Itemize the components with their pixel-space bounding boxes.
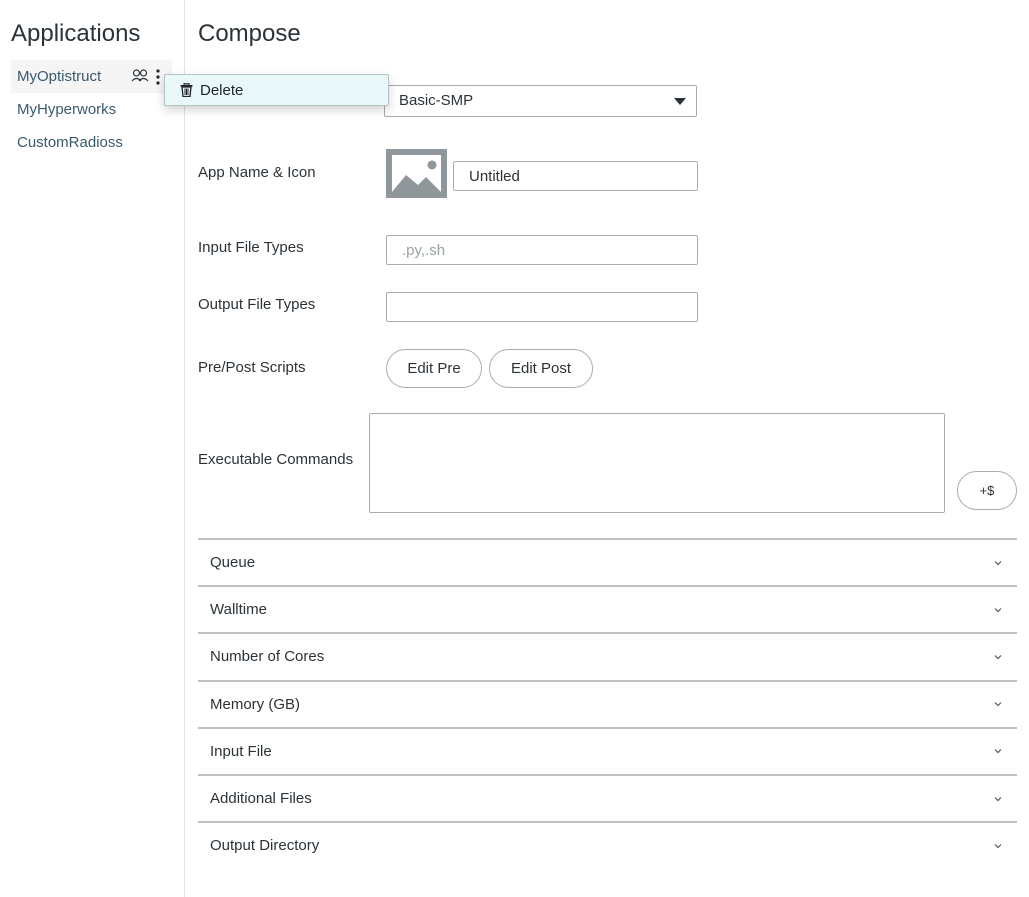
app-item-myoptistruct[interactable]: MyOptistruct (11, 60, 172, 93)
trash-icon (180, 83, 193, 97)
template-select-value: Basic-SMP (399, 92, 474, 109)
chevron-down-icon (994, 655, 1002, 660)
app-name-icon-label: App Name & Icon (198, 164, 316, 181)
section-input-file[interactable]: Input File (198, 726, 1017, 774)
app-item-label: MyHyperworks (17, 101, 117, 118)
section-label: Output Directory (210, 837, 320, 855)
executable-commands-label: Executable Commands (198, 451, 354, 468)
chevron-down-icon (994, 796, 1002, 801)
page-title: Compose (198, 20, 301, 47)
app-item-label: MyOptistruct (17, 68, 102, 85)
input-file-types-input[interactable] (386, 235, 698, 265)
section-additional-files[interactable]: Additional Files (198, 773, 1017, 821)
settings-accordion: Queue Walltime Number of Cores Memory (G… (198, 538, 1017, 868)
edit-post-button[interactable]: Edit Post (489, 349, 593, 388)
section-label: Memory (GB) (210, 695, 300, 713)
app-item-label: CustomRadioss (17, 134, 123, 151)
app-item-customradioss[interactable]: CustomRadioss (11, 126, 172, 159)
kebab-menu-icon[interactable] (155, 68, 161, 86)
section-walltime[interactable]: Walltime (198, 585, 1017, 632)
chevron-down-icon (994, 560, 1002, 565)
sidebar-title: Applications (11, 20, 141, 47)
image-placeholder-icon[interactable] (386, 149, 447, 198)
output-file-types-input[interactable] (386, 292, 698, 322)
app-list: MyOptistruct MyHyperworks CustomRadioss (11, 60, 172, 159)
section-number-of-cores[interactable]: Number of Cores (198, 632, 1017, 679)
share-users-icon[interactable] (131, 69, 149, 83)
menu-item-label: Delete (200, 81, 244, 99)
section-queue[interactable]: Queue (198, 538, 1017, 585)
chevron-down-icon (994, 749, 1002, 754)
section-label: Additional Files (210, 790, 312, 808)
section-output-directory[interactable]: Output Directory (198, 821, 1017, 868)
executable-commands-textarea[interactable] (369, 413, 945, 513)
add-variable-button[interactable]: +$ (957, 471, 1017, 510)
app-context-menu: Delete (164, 74, 389, 106)
sidebar: Applications MyOptistruct MyHyperworks C… (0, 0, 185, 897)
input-file-types-label: Input File Types (198, 239, 304, 256)
chevron-down-icon (994, 702, 1002, 707)
edit-pre-button[interactable]: Edit Pre (386, 349, 482, 388)
caret-down-icon (674, 98, 686, 105)
section-label: Walltime (210, 601, 267, 619)
menu-item-delete[interactable]: Delete (165, 75, 388, 105)
app-name-input[interactable] (453, 161, 698, 191)
chevron-down-icon (994, 607, 1002, 613)
section-label: Queue (210, 554, 256, 572)
template-select[interactable]: Basic-SMP (384, 85, 697, 117)
image-placeholder-graphic (392, 155, 441, 192)
pre-post-scripts-label: Pre/Post Scripts (198, 359, 306, 376)
chevron-down-icon (994, 843, 1002, 849)
section-memory[interactable]: Memory (GB) (198, 679, 1017, 727)
app-item-myhyperworks[interactable]: MyHyperworks (11, 93, 172, 126)
section-label: Input File (210, 742, 272, 760)
section-label: Number of Cores (210, 648, 325, 666)
output-file-types-label: Output File Types (198, 296, 316, 313)
